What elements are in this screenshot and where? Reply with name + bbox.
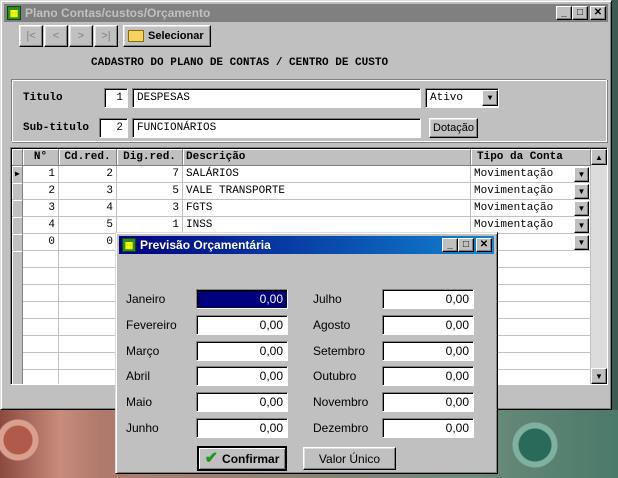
month-label-julho: Julho [313, 292, 342, 306]
minimize-button[interactable]: _ [442, 238, 458, 252]
month-input-janeiro[interactable]: 0,00 [196, 289, 288, 309]
month-input-setembro[interactable]: 0,00 [382, 341, 474, 361]
nav-last-button[interactable]: >| [94, 25, 118, 47]
month-input-outubro[interactable]: 0,00 [382, 366, 474, 386]
month-label-marco: Março [126, 344, 160, 358]
grid-header-desc[interactable]: Descrição [183, 149, 471, 166]
month-input-fevereiro[interactable]: 0,00 [196, 315, 288, 335]
month-label-novembro: Novembro [313, 395, 369, 409]
grid-header-tipo[interactable]: Tipo da Conta [471, 149, 591, 166]
titulo-field[interactable]: DESPESAS [132, 88, 421, 108]
grid-header-n[interactable]: N° [23, 149, 59, 166]
app-icon: ▦ [122, 238, 136, 252]
month-label-janeiro: Janeiro [126, 292, 166, 306]
month-input-agosto[interactable]: 0,00 [382, 315, 474, 335]
check-icon: ✔ [204, 449, 219, 467]
row-pointer-icon: ▶ [12, 166, 23, 183]
grid-header-cd[interactable]: Cd.red. [59, 149, 117, 166]
nav-prev-button[interactable]: < [44, 25, 68, 47]
month-label-dezembro: Dezembro [313, 421, 369, 435]
chevron-down-icon[interactable]: ▼ [574, 218, 589, 233]
grid-header-indicator [12, 149, 23, 166]
close-button[interactable]: ✕ [590, 6, 606, 20]
main-window-title: Plano Contas/custos/Orçamento [25, 6, 211, 20]
select-button[interactable]: Selecionar [123, 25, 211, 47]
month-input-maio[interactable]: 0,00 [196, 392, 288, 412]
subtitulo-code-field[interactable]: 2 [99, 118, 128, 138]
status-select[interactable]: Ativo ▼ [425, 88, 499, 108]
chevron-down-icon[interactable]: ▼ [482, 90, 498, 106]
titulo-code-field[interactable]: 1 [104, 88, 128, 108]
nav-first-button[interactable]: |< [19, 25, 43, 47]
folder-icon [128, 30, 144, 42]
chevron-down-icon[interactable]: ▼ [574, 167, 589, 182]
confirm-button[interactable]: ✔ Confirmar [198, 447, 286, 470]
dotacao-button[interactable]: Dotação [429, 118, 478, 138]
close-button[interactable]: ✕ [476, 238, 492, 252]
month-label-abril: Abril [126, 369, 151, 383]
maximize-button[interactable]: □ [458, 238, 474, 252]
month-label-setembro: Setembro [313, 344, 366, 358]
subtitulo-field[interactable]: FUNCIONÁRIOS [132, 118, 421, 138]
month-label-junho: Junho [126, 421, 159, 435]
maximize-button[interactable]: □ [572, 6, 588, 20]
month-input-julho[interactable]: 0,00 [382, 289, 474, 309]
month-input-novembro[interactable]: 0,00 [382, 392, 474, 412]
app-icon: ▦ [7, 6, 21, 20]
month-label-agosto: Agosto [313, 318, 351, 332]
scroll-up-icon[interactable]: ▲ [591, 149, 607, 165]
month-label-outubro: Outubro [313, 369, 357, 383]
form-heading: CADASTRO DO PLANO DE CONTAS / CENTRO DE … [91, 57, 389, 69]
month-label-maio: Maio [126, 395, 153, 409]
month-input-marco[interactable]: 0,00 [196, 341, 288, 361]
dialog-title: Previsão Orçamentária [140, 238, 271, 252]
month-input-abril[interactable]: 0,00 [196, 366, 288, 386]
chevron-down-icon[interactable]: ▼ [574, 184, 589, 199]
minimize-button[interactable]: _ [556, 6, 572, 20]
grid-header-dig[interactable]: Dig.red. [117, 149, 183, 166]
subtitulo-label: Sub-titulo [23, 122, 90, 134]
budget-dialog: ▦ Previsão Orçamentária _ □ ✕ Janeiro 0,… [115, 232, 498, 474]
titulo-label: Titulo [23, 92, 63, 104]
single-value-button[interactable]: Valor Único [303, 447, 396, 470]
dialog-titlebar[interactable]: ▦ Previsão Orçamentária _ □ ✕ [119, 236, 494, 254]
month-input-junho[interactable]: 0,00 [196, 418, 288, 438]
main-titlebar[interactable]: ▦ Plano Contas/custos/Orçamento _ □ ✕ [4, 4, 608, 22]
month-label-fevereiro: Fevereiro [126, 318, 177, 332]
chevron-down-icon[interactable]: ▼ [574, 201, 589, 216]
grid-vertical-scrollbar[interactable]: ▲ ▼ [591, 149, 607, 384]
indicator-column [12, 251, 23, 384]
scroll-down-icon[interactable]: ▼ [591, 368, 607, 384]
month-input-dezembro[interactable]: 0,00 [382, 418, 474, 438]
chevron-down-icon[interactable]: ▼ [574, 235, 589, 250]
nav-next-button[interactable]: > [69, 25, 93, 47]
